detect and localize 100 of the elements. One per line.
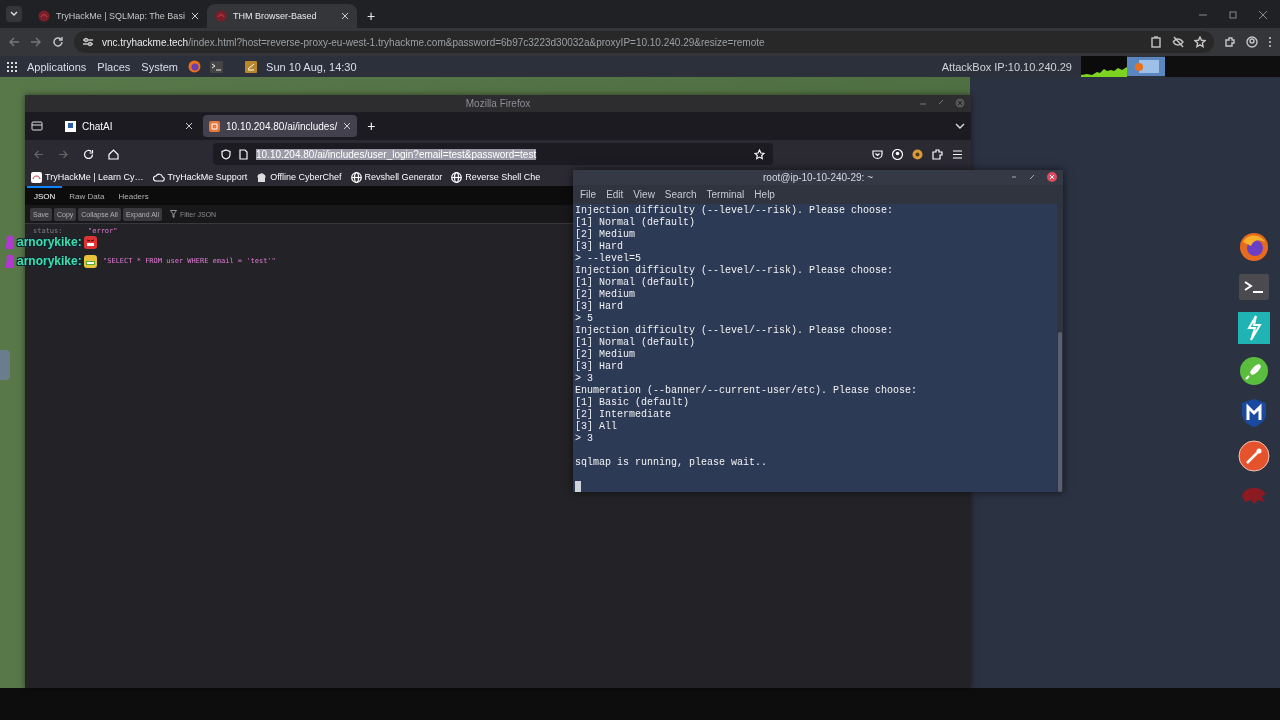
- terminal-line: [3] Hard: [575, 361, 624, 373]
- terminal-line: [1] Basic (default): [575, 397, 691, 409]
- menu-item[interactable]: View: [630, 189, 658, 200]
- bookmark[interactable]: Reverse Shell Che: [451, 171, 541, 183]
- terminal-line: [1] Normal (default): [575, 217, 697, 229]
- window-thumbnail-icon[interactable]: [1127, 57, 1165, 76]
- terminal-icon[interactable]: [1239, 274, 1269, 300]
- ip-address-label: AttackBox IP:10.10.240.29: [941, 60, 1072, 73]
- viewer-tab[interactable]: Headers: [111, 186, 156, 205]
- bookmark[interactable]: TryHackMe | Learn Cy…: [31, 171, 144, 183]
- panel-clock[interactable]: Sun 10 Aug, 14:30: [266, 60, 357, 73]
- terminal-line: [2] Medium: [575, 349, 636, 361]
- reload-icon[interactable]: [52, 36, 64, 48]
- shield-icon[interactable]: [221, 148, 231, 160]
- restore-icon[interactable]: [1228, 10, 1238, 20]
- site-logo-icon: [214, 10, 227, 22]
- shield-icon[interactable]: [1241, 398, 1267, 428]
- cloud-icon: [152, 171, 165, 183]
- caret-icon: [10, 10, 18, 18]
- panel-menu[interactable]: System: [140, 60, 180, 73]
- network-graph: [1081, 56, 1127, 77]
- new-tab-button[interactable]: +: [362, 8, 380, 24]
- address-bar[interactable]: vnc.tryhackme.tech/index.html?host=reverse-proxy-eu-west-1.tryhackme.com&password=6b97c3223d30032a&proxyIP=10.10.240.29&resize=remote: [74, 31, 1214, 53]
- terminal-line: sqlmap is running, please wait..: [575, 457, 769, 469]
- tab-list-button[interactable]: [6, 6, 22, 22]
- close-icon[interactable]: [190, 12, 199, 20]
- menu-item[interactable]: File: [577, 189, 600, 200]
- close-icon[interactable]: [1258, 10, 1268, 20]
- terminal-line: [2] Medium: [575, 289, 636, 301]
- eye-off-icon[interactable]: [1172, 36, 1184, 48]
- page-favicon-icon: [65, 120, 76, 132]
- extensions-icon[interactable]: [1224, 36, 1236, 48]
- menu-icon[interactable]: [952, 148, 963, 160]
- profile-icon[interactable]: [1246, 36, 1258, 48]
- scrollbar-thumb[interactable]: [1058, 332, 1062, 492]
- text-cursor: [575, 481, 581, 492]
- browser-icon[interactable]: [1239, 232, 1269, 262]
- menu-item[interactable]: Search: [661, 189, 700, 200]
- browser-tab[interactable]: ChatAI: [59, 115, 199, 137]
- tab-overview-icon[interactable]: [31, 120, 43, 132]
- forward-icon[interactable]: [58, 148, 69, 160]
- browser-tab[interactable]: THM Browser-Based: [206, 4, 357, 28]
- home-icon[interactable]: [108, 148, 119, 160]
- close-icon[interactable]: [185, 122, 193, 130]
- close-icon[interactable]: [1047, 172, 1057, 182]
- maximize-icon[interactable]: [937, 98, 945, 106]
- pocket-icon[interactable]: [872, 148, 883, 160]
- browser-tab[interactable]: 10.10.204.80/ai/includes/: [203, 115, 358, 137]
- site-logo-icon: [38, 10, 50, 22]
- clipboard-icon[interactable]: [1150, 36, 1162, 48]
- editor-launcher-icon[interactable]: [245, 60, 258, 73]
- site-settings-icon[interactable]: [82, 36, 94, 48]
- star-icon[interactable]: [1194, 36, 1206, 48]
- terminal-line: [2] Medium: [575, 229, 636, 241]
- rocket-icon[interactable]: [1239, 356, 1269, 386]
- json-favicon-icon: [209, 120, 220, 132]
- account-icon[interactable]: [892, 148, 903, 160]
- menu-item[interactable]: Edit: [603, 189, 627, 200]
- terminal-line: [3] Hard: [575, 301, 624, 313]
- viewer-tab[interactable]: Raw Data: [62, 186, 112, 205]
- bookmark[interactable]: TryHackMe Support: [152, 171, 248, 183]
- back-icon[interactable]: [33, 148, 44, 160]
- browser-launcher-icon[interactable]: [188, 60, 202, 73]
- pen-icon[interactable]: [1238, 440, 1270, 472]
- maximize-icon[interactable]: [1029, 174, 1035, 180]
- menu-item[interactable]: Help: [751, 189, 778, 200]
- browser-tab[interactable]: TryHackMe | SQLMap: The Basi: [30, 4, 207, 28]
- back-icon[interactable]: [8, 36, 20, 48]
- page-icon[interactable]: [239, 148, 248, 160]
- filter-icon: [170, 210, 177, 218]
- terminal-line: Injection difficulty (--level/--risk). Please choose:: [575, 205, 895, 217]
- person-icon: [5, 254, 15, 268]
- terminal-line: [3] All: [575, 421, 618, 433]
- lightning-icon[interactable]: [1238, 312, 1270, 344]
- terminal-line: [2] Intermediate: [575, 409, 672, 421]
- chat-username: arnorykike:: [17, 235, 82, 249]
- chef-hat-icon: [256, 171, 268, 183]
- close-icon[interactable]: [340, 12, 349, 20]
- terminal-line: > --level=5: [575, 253, 642, 265]
- terminal-line: > 5: [575, 313, 594, 325]
- caret-icon[interactable]: [955, 121, 965, 131]
- terminal-launcher-icon[interactable]: [210, 60, 224, 73]
- panel-menu[interactable]: Applications: [26, 60, 88, 73]
- menu-item[interactable]: Terminal: [703, 189, 748, 200]
- side-panel-handle[interactable]: [0, 350, 10, 380]
- window-title: Mozilla Firefox: [465, 98, 531, 109]
- panel-menu[interactable]: Places: [96, 60, 132, 73]
- terminal-line: [1] Normal (default): [575, 277, 697, 289]
- apps-grid-icon[interactable]: [7, 61, 17, 72]
- terminal-line: Enumeration (--banner/--current-user/etc). Please choose:: [575, 385, 919, 397]
- bookmark[interactable]: Revshell Generator: [350, 171, 443, 183]
- globe-icon: [451, 171, 463, 183]
- terminal-line: [1] Normal (default): [575, 337, 697, 349]
- window-title: root@ip-10-10-240-29: ~: [763, 172, 873, 183]
- extension-badge-icon[interactable]: [912, 148, 923, 160]
- globe-icon: [350, 171, 362, 183]
- forward-icon[interactable]: [30, 36, 42, 48]
- bookmark[interactable]: Offline CyberChef: [256, 171, 342, 183]
- close-icon[interactable]: [343, 122, 352, 130]
- new-tab-button[interactable]: +: [361, 117, 382, 135]
